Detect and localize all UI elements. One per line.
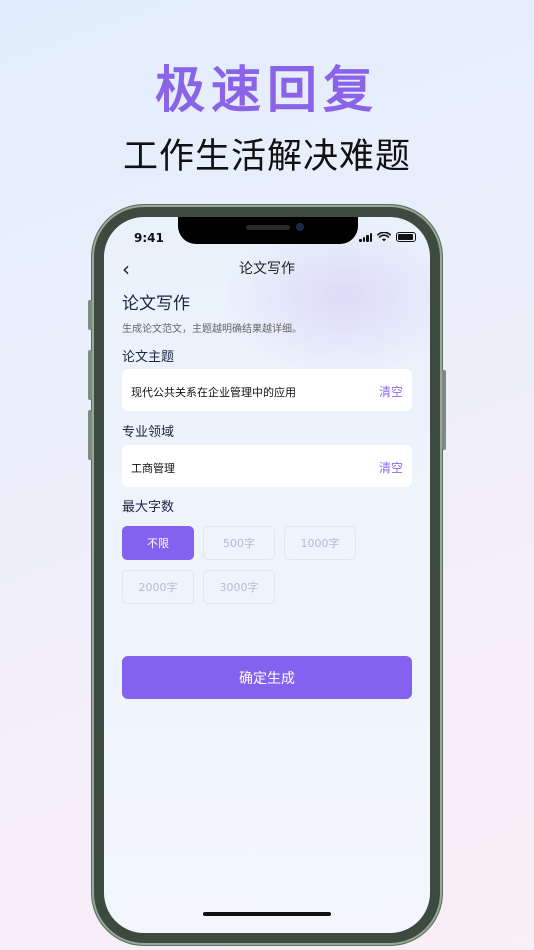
topic-clear-button[interactable]: 清空: [379, 383, 403, 400]
field-label: 专业领域: [122, 425, 175, 440]
phone-power-button: [442, 370, 446, 450]
topic-field[interactable]: 现代公共关系在企业管理中的应用 清空: [122, 369, 412, 411]
major-clear-button[interactable]: 清空: [379, 459, 403, 476]
front-camera: [296, 223, 304, 231]
hero-subtitle: 工作生活解决难题: [122, 137, 411, 177]
phone-mute-button: [88, 300, 92, 330]
wifi-icon: [377, 232, 391, 242]
word-option-3000[interactable]: 3000字: [203, 570, 275, 604]
status-time: 9:41: [134, 231, 164, 245]
word-option-unlimited[interactable]: 不限: [122, 526, 194, 560]
phone-volume-down-button: [88, 410, 92, 460]
status-icons: [359, 232, 416, 242]
page-heading: 论文写作: [122, 294, 190, 314]
word-option-1000[interactable]: 1000字: [284, 526, 356, 560]
speaker-grille: [246, 225, 290, 230]
home-indicator[interactable]: [203, 912, 331, 916]
battery-icon: [396, 232, 416, 242]
word-option-2000[interactable]: 2000字: [122, 570, 194, 604]
phone-volume-up-button: [88, 350, 92, 400]
nav-title: 论文写作: [239, 261, 295, 277]
word-limit-label: 最大字数: [122, 500, 175, 515]
confirm-generate-button[interactable]: 确定生成: [122, 656, 412, 699]
page-description: 生成论文范文，主题越明确结果越详细。: [122, 324, 302, 335]
phone-notch: [178, 217, 358, 244]
topic-input[interactable]: 现代公共关系在企业管理中的应用: [131, 384, 296, 400]
word-option-500[interactable]: 500字: [203, 526, 275, 560]
hero-title: 极速回复: [155, 60, 379, 119]
major-field[interactable]: 工商管理 清空: [122, 445, 412, 487]
major-input[interactable]: 工商管理: [131, 460, 175, 476]
topic-label: 论文主题: [122, 350, 175, 365]
phone-screen: 9:41 ‹ 论文写作 论文写作 生成论文范文，主题越明确结果越详细。 论文主题…: [104, 217, 430, 933]
signal-icon: [359, 232, 372, 242]
